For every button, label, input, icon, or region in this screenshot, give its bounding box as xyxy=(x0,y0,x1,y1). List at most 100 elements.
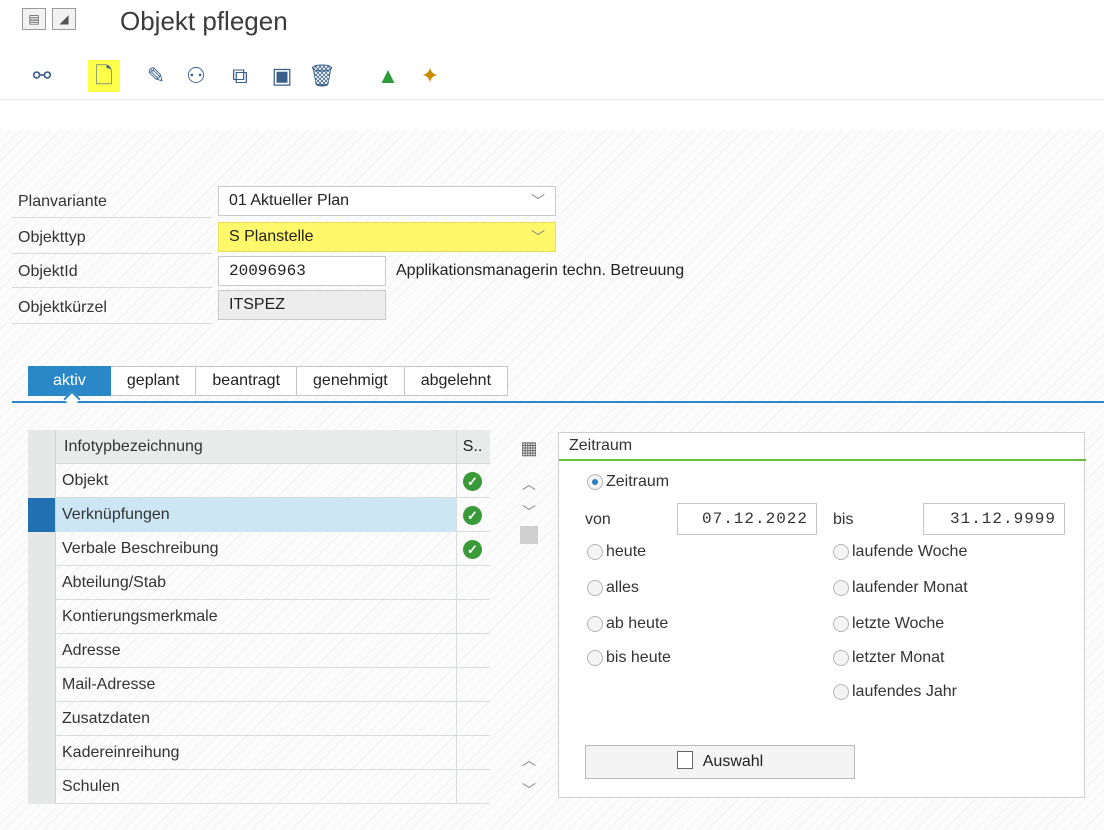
status-cell: ✓ xyxy=(456,498,488,532)
trash-icon[interactable]: 🗑 xyxy=(306,60,338,92)
new-document-icon[interactable]: 🗋 xyxy=(88,60,120,92)
row-name[interactable]: Mail-Adresse xyxy=(56,668,456,702)
display-glasses-icon[interactable]: ⚇ xyxy=(180,60,212,92)
bis-label: bis xyxy=(833,511,854,528)
scroll-up-icon[interactable]: ︿ xyxy=(514,750,544,770)
status-cell xyxy=(456,770,488,804)
tab-genehmigt[interactable]: genehmigt xyxy=(297,366,405,396)
radio-laufende-woche[interactable]: laufende Woche xyxy=(833,543,967,561)
row-name[interactable]: Kadereinreihung xyxy=(56,736,456,770)
row-selector[interactable] xyxy=(28,464,56,498)
row-selector[interactable] xyxy=(28,600,56,634)
zeitraum-title-underline xyxy=(559,459,1086,461)
application-toolbar: ⚯ 🗋 ✎ ⚇ ⧉ ▣ 🗑 ▲ ✦ xyxy=(0,52,1104,100)
radio-laufender-monat[interactable]: laufender Monat xyxy=(833,579,968,597)
table-row[interactable]: Abteilung/Stab xyxy=(28,566,490,600)
radio-laufendes-jahr[interactable]: laufendes Jahr xyxy=(833,683,957,701)
scroll-down-icon[interactable]: ﹀ xyxy=(514,780,544,800)
row-name[interactable]: Schulen xyxy=(56,770,456,804)
row-selector[interactable] xyxy=(28,770,56,804)
radio-icon xyxy=(587,650,603,666)
objekttyp-label: Objekttyp xyxy=(12,222,212,254)
von-date-input[interactable]: 07.12.2022 xyxy=(677,503,817,535)
planvariante-value: 01 Aktueller Plan xyxy=(229,192,350,209)
select-all-cell[interactable] xyxy=(28,430,56,464)
menu-icon[interactable]: ▤ xyxy=(22,8,46,30)
title-bar: ▤ ◢ Objekt pflegen xyxy=(0,0,1104,44)
table-row[interactable]: Kontierungsmerkmale xyxy=(28,600,490,634)
status-cell xyxy=(456,668,488,702)
radio-zeitraum[interactable]: Zeitraum xyxy=(587,473,669,491)
radio-alles[interactable]: alles xyxy=(587,579,639,597)
tab-abgelehnt[interactable]: abgelehnt xyxy=(404,366,509,396)
delimit-icon[interactable]: ▣ xyxy=(266,60,298,92)
status-cell xyxy=(456,736,488,770)
mountains-icon[interactable]: ▲ xyxy=(372,60,404,92)
status-cell xyxy=(456,634,488,668)
objektkuerzel-field: ITSPEZ xyxy=(218,290,386,320)
planvariante-select[interactable]: 01 Aktueller Plan ﹀ xyxy=(218,186,556,216)
row-selector[interactable] xyxy=(28,634,56,668)
row-name[interactable]: Kontierungsmerkmale xyxy=(56,600,456,634)
table-row[interactable]: Kadereinreihung xyxy=(28,736,490,770)
radio-bis-heute[interactable]: bis heute xyxy=(587,649,671,667)
pencil-icon[interactable]: ✎ xyxy=(140,60,172,92)
row-selector[interactable] xyxy=(28,566,56,600)
infotype-table: Infotypbezeichnung S.. Objekt ✓ Verknüpf… xyxy=(28,430,490,804)
column-header-status[interactable]: S.. xyxy=(456,430,488,464)
objekttyp-select[interactable]: S Planstelle ﹀ xyxy=(218,222,556,252)
table-row[interactable]: Objekt ✓ xyxy=(28,464,490,498)
table-header: Infotypbezeichnung S.. xyxy=(28,430,490,464)
glasses-flow-icon[interactable]: ⚯ xyxy=(26,60,58,92)
table-row[interactable]: Verknüpfungen ✓ xyxy=(28,498,490,532)
row-name[interactable]: Zusatzdaten xyxy=(56,702,456,736)
radio-letzter-monat[interactable]: letzter Monat xyxy=(833,649,944,667)
check-icon: ✓ xyxy=(463,540,482,559)
tab-geplant[interactable]: geplant xyxy=(110,366,197,396)
tab-beantragt[interactable]: beantragt xyxy=(196,366,298,396)
row-name[interactable]: Adresse xyxy=(56,634,456,668)
row-name[interactable]: Abteilung/Stab xyxy=(56,566,456,600)
row-selector[interactable] xyxy=(28,532,56,566)
magic-wand-icon[interactable]: ✦ xyxy=(414,60,446,92)
table-scrollbar[interactable]: ▦ ︿ ﹀ ︿ ﹀ xyxy=(514,438,544,808)
radio-icon xyxy=(587,616,603,632)
title-bar-icons: ▤ ◢ xyxy=(22,8,76,30)
table-row[interactable]: Adresse xyxy=(28,634,490,668)
table-row[interactable]: Zusatzdaten xyxy=(28,702,490,736)
radio-alles-label: alles xyxy=(606,579,639,596)
scrollbar-thumb[interactable] xyxy=(520,526,538,544)
row-selector[interactable] xyxy=(28,498,56,532)
row-name[interactable]: Objekt xyxy=(56,464,456,498)
status-cell xyxy=(456,566,488,600)
page-title: Objekt pflegen xyxy=(120,6,288,36)
chevron-down-icon: ﹀ xyxy=(531,193,545,209)
radio-icon xyxy=(833,684,849,700)
table-row[interactable]: Schulen xyxy=(28,770,490,804)
row-selector[interactable] xyxy=(28,736,56,770)
radio-laufender-monat-label: laufender Monat xyxy=(852,579,968,596)
row-selector[interactable] xyxy=(28,668,56,702)
table-row[interactable]: Mail-Adresse xyxy=(28,668,490,702)
radio-letzte-woche[interactable]: letzte Woche xyxy=(833,615,944,633)
radio-letzte-woche-label: letzte Woche xyxy=(852,615,945,632)
radio-ab-heute[interactable]: ab heute xyxy=(587,615,668,633)
copy-icon[interactable]: ⧉ xyxy=(224,60,256,92)
bis-date-input[interactable]: 31.12.9999 xyxy=(923,503,1065,535)
objektid-input[interactable]: 20096963 xyxy=(218,256,386,286)
scroll-up-icon[interactable]: ︿ xyxy=(514,474,544,494)
table-row[interactable]: Verbale Beschreibung ✓ xyxy=(28,532,490,566)
radio-icon xyxy=(833,580,849,596)
radio-heute[interactable]: heute xyxy=(587,543,646,561)
auswahl-button[interactable]: Auswahl xyxy=(585,745,855,779)
check-icon: ✓ xyxy=(463,506,482,525)
column-settings-icon[interactable]: ▦ xyxy=(514,438,544,459)
row-name[interactable]: Verbale Beschreibung xyxy=(56,532,456,566)
scroll-down-icon[interactable]: ﹀ xyxy=(514,502,544,522)
restore-icon[interactable]: ◢ xyxy=(52,8,76,30)
radio-selected-icon xyxy=(587,474,603,490)
status-cell: ✓ xyxy=(456,532,488,566)
column-header-infotypbezeichnung[interactable]: Infotypbezeichnung xyxy=(56,430,456,464)
row-selector[interactable] xyxy=(28,702,56,736)
row-name[interactable]: Verknüpfungen xyxy=(56,498,456,532)
